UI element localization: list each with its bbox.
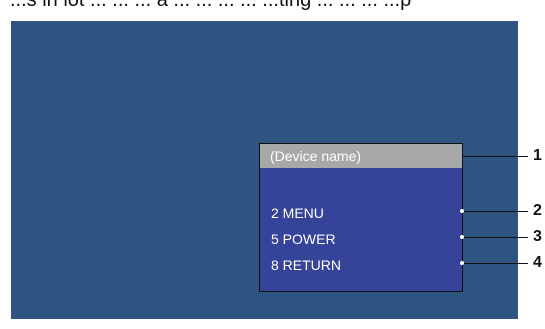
callout-number-2: 2 [533,202,542,219]
callout-dot-4 [460,261,464,265]
callout-number-3: 3 [533,228,542,245]
callout-line-3 [462,237,528,238]
osd-item-menu: 2 MENU [271,205,324,221]
osd-item-return: 8 RETURN [271,257,342,273]
callout-line-2 [462,211,528,212]
figure: ...s in lot ... ... ... a ... ... ... ..… [0,0,545,329]
osd-item-power: 5 POWER [271,231,336,247]
osd-device-name-header: (Device name) [260,144,462,168]
callout-dot-3 [460,235,464,239]
osd-panel: (Device name) 2 MENU 5 POWER 8 RETURN [259,143,463,292]
callout-dot-2 [460,209,464,213]
callout-line-1 [462,156,528,157]
callout-number-1: 1 [533,147,542,164]
cropped-caption-text: ...s in lot ... ... ... a ... ... ... ..… [10,0,412,11]
callout-line-4 [462,263,528,264]
callout-number-4: 4 [533,254,542,271]
